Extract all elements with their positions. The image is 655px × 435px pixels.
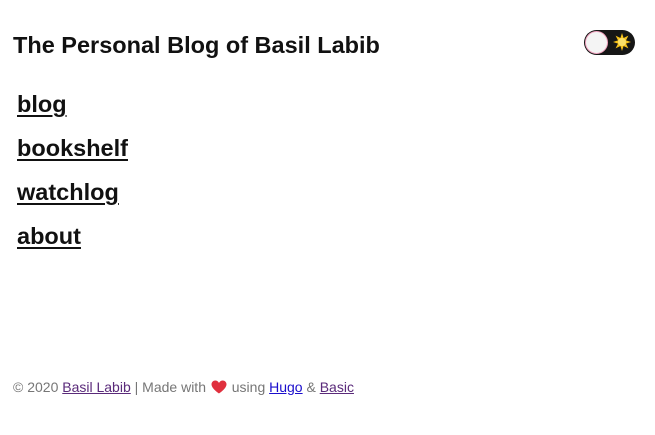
toggle-knob	[585, 31, 608, 54]
copyright-text: © 2020	[13, 379, 59, 395]
using-text: using	[231, 379, 266, 395]
nav-link-bookshelf[interactable]: bookshelf	[17, 135, 128, 161]
made-with-text: | Made with	[134, 379, 206, 395]
nav-item-about: about	[17, 220, 128, 264]
main-nav: blog bookshelf watchlog about	[17, 88, 128, 264]
nav-link-about[interactable]: about	[17, 223, 81, 249]
nav-link-watchlog[interactable]: watchlog	[17, 179, 119, 205]
page: The Personal Blog of Basil Labib blog bo…	[0, 0, 655, 435]
nav-item-bookshelf: bookshelf	[17, 132, 128, 176]
hugo-link[interactable]: Hugo	[269, 379, 302, 395]
author-link[interactable]: Basil Labib	[62, 379, 131, 395]
site-title: The Personal Blog of Basil Labib	[13, 32, 380, 58]
basic-theme-link[interactable]: Basic	[320, 379, 354, 395]
nav-item-blog: blog	[17, 88, 128, 132]
ampersand-text: &	[306, 379, 316, 395]
nav-link-blog[interactable]: blog	[17, 91, 67, 117]
footer: © 2020 Basil Labib | Made with using Hug…	[13, 378, 354, 396]
nav-item-watchlog: watchlog	[17, 176, 128, 220]
theme-toggle[interactable]	[584, 30, 635, 55]
sun-icon	[613, 33, 631, 51]
heart-icon	[211, 380, 227, 394]
